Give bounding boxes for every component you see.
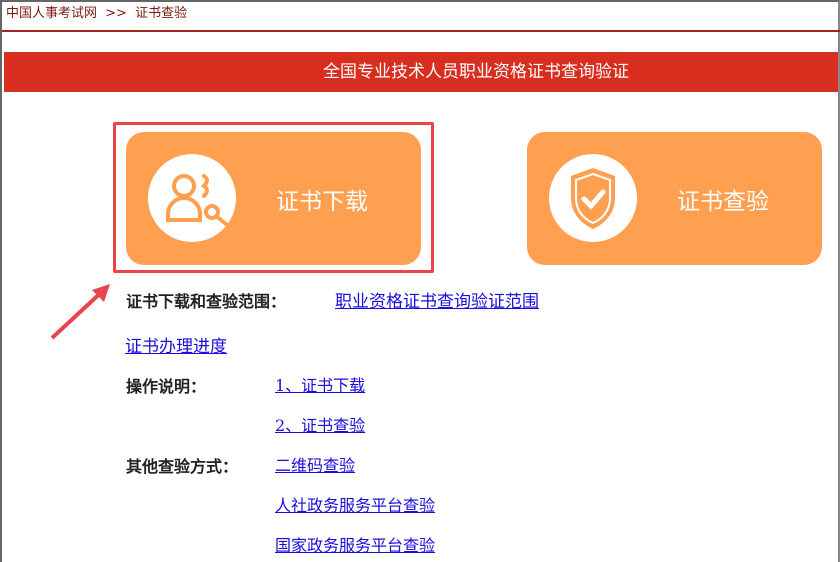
breadcrumb: 中国人事考试网 >> 证书查验 (6, 2, 191, 21)
scope-link[interactable]: 职业资格证书查询验证范围 (335, 287, 539, 312)
instructions-label: 操作说明： (126, 377, 207, 396)
breadcrumb-separator: >> (105, 6, 127, 21)
other-methods-label: 其他查验方式： (126, 457, 239, 476)
progress-link[interactable]: 证书办理进度 (125, 332, 227, 357)
breadcrumb-current: 证书查验 (135, 6, 188, 21)
national-platform-link[interactable]: 国家政务服务平台查验 (275, 532, 435, 556)
card-label: 证书查验 (677, 189, 769, 215)
breadcrumb-home[interactable]: 中国人事考试网 (6, 6, 97, 21)
hrss-platform-link[interactable]: 人社政务服务平台查验 (275, 492, 435, 516)
scope-label: 证书下载和查验范围： (126, 292, 287, 311)
instruction-link-download[interactable]: 1、证书下载 (275, 372, 365, 396)
shield-check-icon (549, 154, 637, 242)
certificate-verify-button[interactable]: 证书查验 (527, 132, 822, 265)
page-title: 全国专业技术人员职业资格证书查询验证 (4, 52, 838, 92)
instruction-link-verify[interactable]: 2、证书查验 (275, 412, 365, 436)
qrcode-verify-link[interactable]: 二维码查验 (275, 452, 355, 476)
arrow-icon (50, 284, 110, 340)
highlight-box (113, 122, 434, 273)
divider (2, 30, 840, 32)
